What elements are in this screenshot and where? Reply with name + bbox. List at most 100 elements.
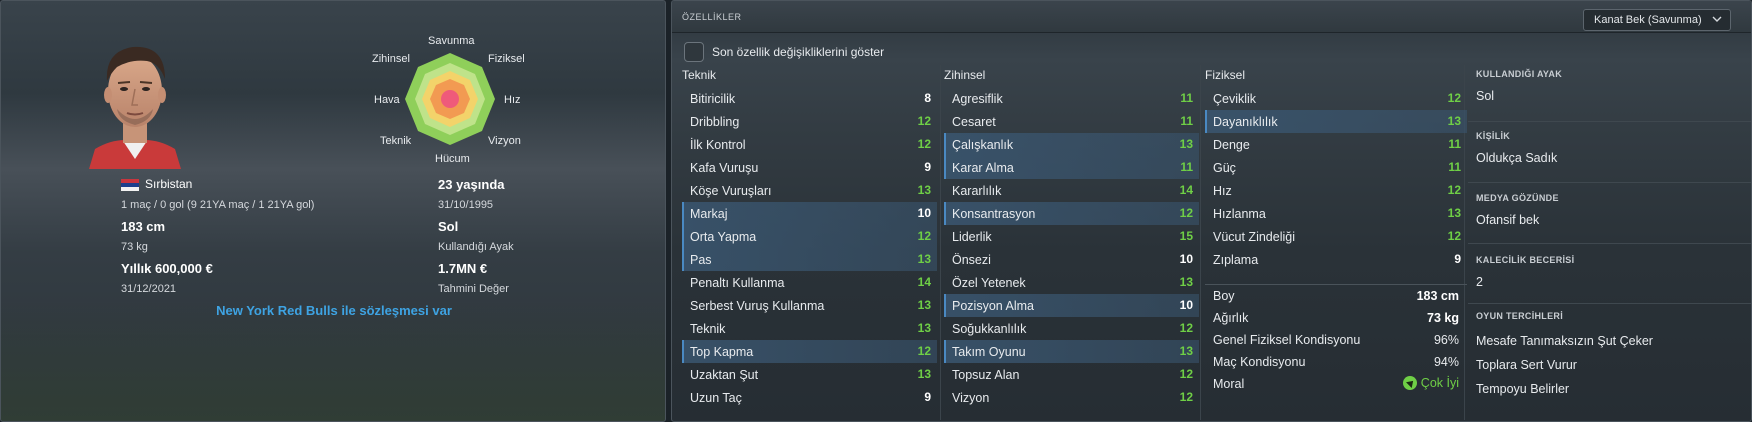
attribute-name: Uzun Taç bbox=[690, 391, 742, 405]
attribute-row[interactable]: Özel Yetenek 13 bbox=[944, 271, 1199, 294]
attribute-row[interactable]: Top Kapma 12 bbox=[682, 340, 937, 363]
attribute-row[interactable]: Denge 11 bbox=[1205, 133, 1467, 156]
side-divider bbox=[1468, 182, 1751, 183]
attribute-name: Çalışkanlık bbox=[952, 138, 1014, 152]
attribute-row[interactable]: Pas 13 bbox=[682, 248, 937, 271]
attribute-value: 12 bbox=[1179, 390, 1193, 404]
role-select-value: Kanat Bek (Savunma) bbox=[1594, 14, 1702, 26]
physical-extra-divider bbox=[1205, 284, 1467, 285]
attribute-row[interactable]: Teknik 13 bbox=[682, 317, 937, 340]
attribute-value: 11 bbox=[1180, 114, 1193, 128]
wage-value: Yıllık 600,000 € bbox=[121, 261, 213, 276]
attribute-row[interactable]: Köşe Vuruşları 13 bbox=[682, 179, 937, 202]
attribute-row[interactable]: Hızlanma 13 bbox=[1205, 202, 1467, 225]
radar-label-aerial: Hava bbox=[374, 94, 400, 106]
attribute-row[interactable]: Çeviklik 12 bbox=[1205, 87, 1467, 110]
technical-attributes-list: Bitiricilik 8 Dribbling 12 İlk Kontrol 12 Kafa… bbox=[682, 87, 937, 409]
attribute-name: Teknik bbox=[690, 322, 726, 336]
birth-date: 31/10/1995 bbox=[438, 199, 494, 211]
attribute-value: 12 bbox=[917, 114, 931, 128]
attribute-row[interactable]: Liderlik 15 bbox=[944, 225, 1199, 248]
personality-value: Oldukça Sadık bbox=[1476, 151, 1558, 165]
personality-block: KİŞİLİK Oldukça Sadık bbox=[1476, 131, 1751, 165]
attribute-value: 12 bbox=[1447, 183, 1461, 197]
attribute-row[interactable]: Uzaktan Şut 13 bbox=[682, 363, 937, 386]
attribute-name: Uzaktan Şut bbox=[690, 368, 759, 382]
morale-arrow-icon bbox=[1402, 376, 1417, 390]
technical-column-header: Teknik bbox=[682, 68, 717, 82]
attribute-value: 10 bbox=[1179, 298, 1193, 312]
attribute-row[interactable]: Markaj 10 bbox=[682, 202, 937, 225]
attribute-name: Özel Yetenek bbox=[952, 276, 1026, 290]
attribute-row[interactable]: Dayanıklılık 13 bbox=[1205, 110, 1467, 133]
radar-label-speed: Hız bbox=[504, 94, 521, 106]
attribute-row[interactable]: Kararlılık 14 bbox=[944, 179, 1199, 202]
attribute-row[interactable]: Karar Alma 11 bbox=[944, 156, 1199, 179]
attribute-row[interactable]: Agresiflik 11 bbox=[944, 87, 1199, 110]
attribute-row[interactable]: İlk Kontrol 12 bbox=[682, 133, 937, 156]
attribute-name: İlk Kontrol bbox=[690, 138, 746, 152]
attribute-value: 13 bbox=[917, 183, 931, 197]
trait-item[interactable]: Mesafe Tanımaksızın Şut Çeker bbox=[1476, 334, 1751, 348]
attribute-row[interactable]: Güç 11 bbox=[1205, 156, 1467, 179]
attribute-value: 11 bbox=[1448, 137, 1461, 151]
attribute-value: 13 bbox=[917, 367, 931, 381]
attribute-value: 12 bbox=[917, 137, 931, 151]
attribute-value: 14 bbox=[917, 275, 931, 289]
attribute-row[interactable]: Topsuz Alan 12 bbox=[944, 363, 1199, 386]
weight-value: 73 kg bbox=[1427, 311, 1459, 325]
goalkeeping-heading: KALECİLİK BECERİSİ bbox=[1476, 255, 1575, 265]
attribute-name: Pas bbox=[690, 253, 712, 267]
radar-label-attacking: Hücum bbox=[435, 153, 470, 165]
role-select-dropdown[interactable]: Kanat Bek (Savunma) bbox=[1583, 9, 1731, 31]
attribute-name: Takım Oyunu bbox=[952, 345, 1026, 359]
attribute-row[interactable]: Zıplama 9 bbox=[1205, 248, 1467, 271]
personality-heading: KİŞİLİK bbox=[1476, 131, 1511, 141]
weight-row: Ağırlık 73 kg bbox=[1205, 308, 1467, 330]
attribute-row[interactable]: Takım Oyunu 13 bbox=[944, 340, 1199, 363]
attribute-row[interactable]: Penaltı Kullanma 14 bbox=[682, 271, 937, 294]
attribute-row[interactable]: Uzun Taç 9 bbox=[682, 386, 937, 409]
player-traits-block: OYUN TERCİHLERİ Mesafe Tanımaksızın Şut … bbox=[1476, 311, 1751, 396]
attribute-name: Kafa Vuruşu bbox=[690, 161, 759, 175]
attribute-row[interactable]: Soğukkanlılık 12 bbox=[944, 317, 1199, 340]
attribute-row[interactable]: Çalışkanlık 13 bbox=[944, 133, 1199, 156]
attribute-row[interactable]: Vizyon 12 bbox=[944, 386, 1199, 409]
attribute-row[interactable]: Kafa Vuruşu 9 bbox=[682, 156, 937, 179]
contract-club-link[interactable]: New York Red Bulls ile sözleşmesi var bbox=[1, 303, 665, 318]
attribute-name: Bitiricilik bbox=[690, 92, 736, 106]
trait-item[interactable]: Toplara Sert Vurur bbox=[1476, 358, 1751, 372]
attribute-name: Güç bbox=[1213, 161, 1236, 175]
attribute-value: 12 bbox=[1447, 91, 1461, 105]
attribute-value: 12 bbox=[917, 229, 931, 243]
morale-row: Moral Çok İyi bbox=[1205, 374, 1467, 396]
attribute-row[interactable]: Orta Yapma 12 bbox=[682, 225, 937, 248]
attribute-row[interactable]: Hız 12 bbox=[1205, 179, 1467, 202]
attribute-value: 12 bbox=[917, 344, 931, 358]
height-value: 183 cm bbox=[121, 219, 166, 234]
attribute-row[interactable]: Konsantrasyon 12 bbox=[944, 202, 1199, 225]
attribute-row[interactable]: Pozisyon Alma 10 bbox=[944, 294, 1199, 317]
trait-item[interactable]: Tempoyu Belirler bbox=[1476, 382, 1751, 396]
attribute-name: Agresiflik bbox=[952, 92, 1003, 106]
attribute-row[interactable]: Serbest Vuruş Kullanma 13 bbox=[682, 294, 937, 317]
attribute-value: 9 bbox=[924, 160, 931, 174]
attribute-name: Vizyon bbox=[952, 391, 990, 405]
attribute-name: Önsezi bbox=[952, 253, 991, 267]
attribute-name: Orta Yapma bbox=[690, 230, 757, 244]
player-avatar bbox=[89, 46, 181, 169]
attribute-row[interactable]: Bitiricilik 8 bbox=[682, 87, 937, 110]
attribute-value: 11 bbox=[1448, 160, 1461, 174]
recent-changes-checkbox[interactable] bbox=[684, 42, 704, 62]
attribute-row[interactable]: Cesaret 11 bbox=[944, 110, 1199, 133]
attribute-row[interactable]: Vücut Zindeliği 12 bbox=[1205, 225, 1467, 248]
attribute-row[interactable]: Dribbling 12 bbox=[682, 110, 937, 133]
physical-attributes-list: Çeviklik 12 Dayanıklılık 13 Denge 11 Güç 11 Hız 1… bbox=[1205, 87, 1467, 271]
attribute-row[interactable]: Önsezi 10 bbox=[944, 248, 1199, 271]
preferred-foot-side-value: Sol bbox=[1476, 89, 1495, 103]
attribute-name: Konsantrasyon bbox=[952, 207, 1036, 221]
fitness-label: Genel Fiziksel Kondisyonu bbox=[1213, 333, 1361, 347]
preferred-foot-heading: KULLANDIĞI AYAK bbox=[1476, 69, 1563, 79]
attribute-value: 13 bbox=[1179, 137, 1193, 151]
morale-status[interactable]: Çok İyi bbox=[1402, 376, 1459, 390]
